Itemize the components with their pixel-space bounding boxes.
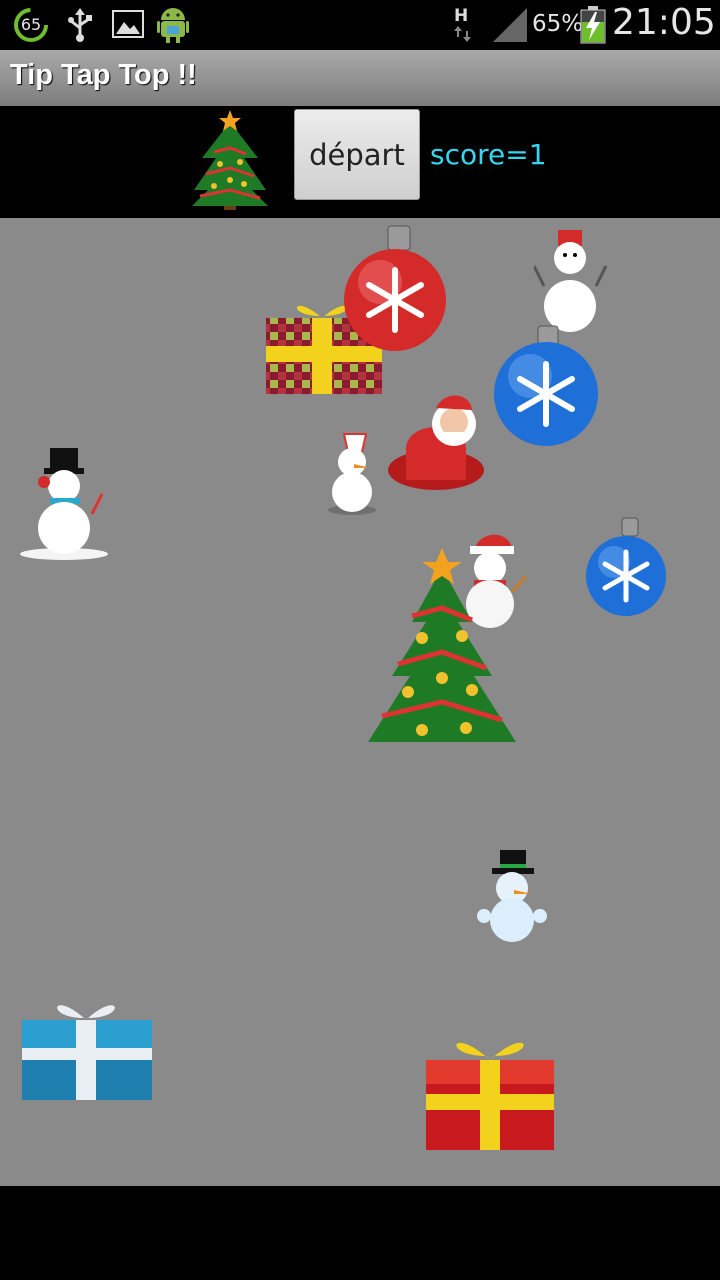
- battery-percent: 65%: [532, 11, 584, 37]
- notification-65-icon: 65: [12, 6, 50, 44]
- status-bar: 65 H 65% 21:05: [0, 0, 720, 50]
- signal-icon: [493, 8, 527, 46]
- gift-box-red[interactable]: [420, 1024, 560, 1158]
- app-title: Tip Tap Top !!: [10, 59, 197, 91]
- notification-badge: 65: [20, 15, 42, 34]
- app-title-bar: Tip Tap Top !!: [0, 50, 720, 107]
- snowman[interactable]: [318, 430, 384, 520]
- usb-icon: [66, 8, 94, 46]
- score-display: score=1: [430, 138, 547, 171]
- network-h-icon: H: [452, 6, 474, 42]
- image-icon: [112, 10, 144, 42]
- christmas-tree-icon: [190, 108, 270, 218]
- ornament-red[interactable]: [338, 224, 450, 360]
- snowman[interactable]: [18, 444, 110, 566]
- snowman[interactable]: [532, 226, 608, 340]
- android-icon: [156, 4, 190, 48]
- clock: 21:05: [612, 2, 716, 43]
- snowman[interactable]: [476, 846, 548, 946]
- network-type: H: [454, 6, 469, 26]
- start-button[interactable]: départ: [294, 109, 420, 200]
- ornament-blue[interactable]: [492, 324, 602, 452]
- gift-box-blue[interactable]: [18, 984, 156, 1110]
- christmas-tree[interactable]: [362, 546, 522, 760]
- santa[interactable]: [384, 388, 492, 500]
- ornament-blue[interactable]: [582, 516, 670, 624]
- battery-charging-icon: [580, 6, 606, 48]
- navigation-area: [0, 1186, 720, 1280]
